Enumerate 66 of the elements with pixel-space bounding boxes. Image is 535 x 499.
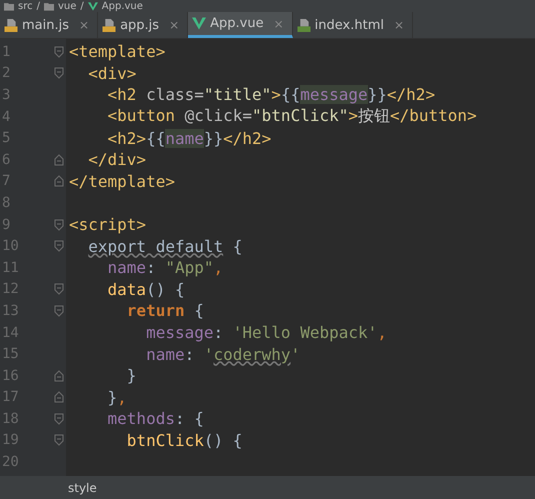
fold-marker-icon[interactable] bbox=[54, 154, 64, 166]
structure-path[interactable]: style bbox=[68, 480, 97, 494]
fold-marker-icon[interactable] bbox=[54, 304, 64, 317]
line-number: 3 bbox=[1, 86, 12, 103]
line-number: 10 bbox=[1, 238, 20, 254]
line-number: 6 bbox=[1, 152, 12, 168]
line-number: 13 bbox=[1, 302, 20, 319]
file-tab[interactable]: main.js × bbox=[0, 12, 98, 38]
line-number: 8 bbox=[1, 194, 12, 211]
line-number: 18 bbox=[1, 410, 20, 427]
breadcrumb-separator: / bbox=[36, 0, 40, 12]
code-line: return { bbox=[126, 301, 204, 320]
code-line: </div> bbox=[87, 150, 146, 170]
code-line: } bbox=[126, 366, 136, 386]
breadcrumb-separator: / bbox=[80, 0, 84, 12]
line-number: 19 bbox=[1, 432, 20, 448]
fold-marker-icon[interactable] bbox=[54, 391, 64, 404]
code-line: <script> bbox=[68, 215, 146, 234]
close-tab-button[interactable]: × bbox=[169, 18, 180, 32]
close-tab-button[interactable]: × bbox=[79, 18, 90, 32]
fold-marker-icon[interactable] bbox=[54, 67, 64, 80]
fold-marker-icon[interactable] bbox=[54, 175, 64, 188]
js-file-icon bbox=[4, 18, 18, 32]
fold-marker-icon[interactable] bbox=[54, 434, 64, 446]
file-tab[interactable]: App.vue × bbox=[188, 12, 293, 38]
file-tab[interactable]: index.html × bbox=[292, 12, 414, 38]
fold-marker-icon[interactable] bbox=[54, 240, 64, 252]
line-number: 20 bbox=[1, 454, 20, 470]
line-number: 12 bbox=[1, 281, 20, 298]
code-line: btnClick() { bbox=[126, 430, 242, 450]
line-number: 1 bbox=[1, 44, 12, 60]
fold-marker-icon[interactable] bbox=[54, 283, 64, 296]
fold-marker-icon[interactable] bbox=[54, 218, 64, 231]
vue-file-icon bbox=[192, 17, 206, 30]
code-line: <div> bbox=[87, 64, 136, 83]
code-line: name: 'coderwhy' bbox=[145, 344, 300, 364]
code-line: </template> bbox=[68, 172, 175, 191]
line-number: 14 bbox=[1, 324, 20, 341]
line-number: 16 bbox=[1, 368, 20, 384]
code-line: name: "App", bbox=[106, 258, 224, 278]
code-line: methods: { bbox=[106, 409, 204, 428]
line-number: 2 bbox=[1, 65, 12, 82]
code-line: <h2>{{name}}</h2> bbox=[106, 128, 272, 148]
breadcrumb-item[interactable]: vue bbox=[58, 0, 76, 12]
code-line: <h2 class="title">{{message}}</h2> bbox=[106, 85, 436, 104]
line-number: 17 bbox=[1, 389, 20, 406]
line-number: 5 bbox=[1, 130, 12, 146]
breadcrumb-item[interactable]: src bbox=[18, 0, 33, 12]
line-number: 4 bbox=[1, 108, 12, 125]
code-line: export default { bbox=[87, 236, 242, 256]
close-tab-button[interactable]: × bbox=[394, 18, 404, 32]
code-line: <button @click="btnClick">按钮</button> bbox=[106, 106, 477, 128]
code-line: data() { bbox=[106, 280, 185, 299]
fold-marker-icon[interactable] bbox=[54, 412, 64, 425]
fold-marker-icon[interactable] bbox=[54, 370, 64, 382]
html-file-icon bbox=[296, 18, 311, 32]
line-number: 9 bbox=[1, 216, 12, 233]
line-number: 11 bbox=[1, 260, 20, 276]
line-number: 15 bbox=[1, 346, 20, 362]
fold-marker-icon[interactable] bbox=[54, 46, 64, 58]
code-line: <template> bbox=[68, 42, 166, 62]
breadcrumb-item[interactable]: App.vue bbox=[102, 0, 143, 12]
line-number: 7 bbox=[1, 173, 12, 190]
code-line: }, bbox=[106, 388, 127, 407]
code-line: message: 'Hello Webpack', bbox=[145, 323, 387, 342]
js-file-icon bbox=[102, 18, 116, 32]
